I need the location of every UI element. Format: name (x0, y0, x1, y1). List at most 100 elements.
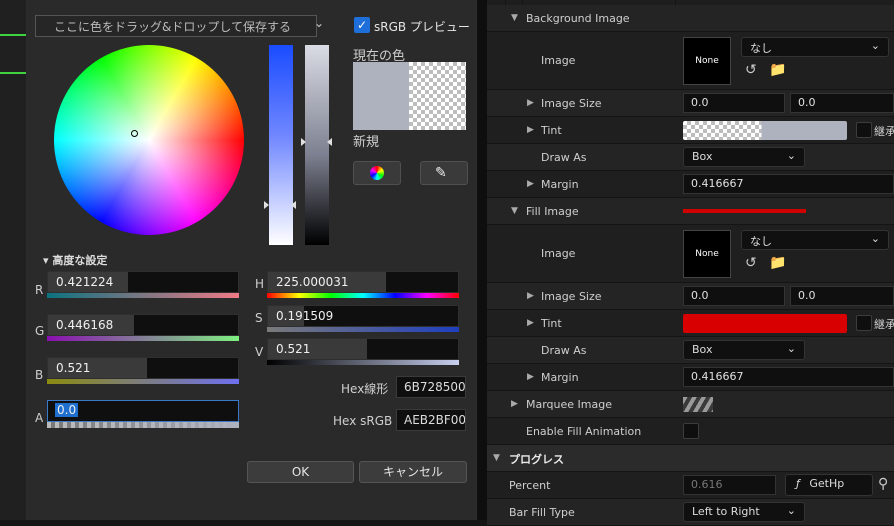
background-image-size-row: ▶ Image Size 0.0 0.0 (487, 90, 894, 117)
fill-image-color-strip[interactable] (683, 209, 806, 213)
margin-field[interactable]: 0.416667 (683, 367, 894, 387)
background-margin-row: ▶ Margin 0.416667 (487, 171, 894, 198)
value-channel-value: 0.521 (276, 342, 311, 356)
hex-linear-field[interactable]: 6B728500 (396, 376, 466, 398)
value-channel-field[interactable]: 0.521 (267, 338, 459, 360)
background-image-header-row[interactable]: ▼ Background Image (487, 5, 894, 32)
triangle-down-icon: ▼ (511, 13, 518, 23)
triangle-right-icon[interactable]: ▶ (527, 98, 534, 108)
srgb-preview-checkbox[interactable]: ✓ (354, 17, 370, 33)
percent-field[interactable]: 0.616 (683, 475, 776, 495)
slider-handle-icon[interactable] (264, 201, 269, 209)
search-icon[interactable]: ⚲ (878, 476, 888, 492)
image-asset-combo[interactable]: なし ⌄ (741, 37, 889, 57)
image-size-y-field[interactable]: 0.0 (790, 286, 894, 306)
draw-as-label: Draw As (541, 151, 587, 164)
tint-label: Tint (541, 124, 562, 137)
background-image-label: Background Image (526, 12, 630, 25)
draw-as-combo[interactable]: Box ⌄ (683, 147, 805, 167)
fill-image-header-row[interactable]: ▼ Fill Image (487, 198, 894, 225)
tint-color-swatch[interactable] (683, 314, 847, 333)
alpha-channel-field[interactable]: 0.0 (47, 400, 239, 422)
bar-fill-type-combo[interactable]: Left to Right ⌄ (683, 502, 805, 522)
color-wheel-selector[interactable] (131, 130, 138, 137)
chevron-down-icon: ⌄ (786, 149, 796, 162)
details-panel: ▼ Background Image Image None なし ⌄ ↺ 📁 ▶… (487, 0, 894, 526)
inherit-checkbox[interactable] (856, 122, 872, 138)
use-selected-icon[interactable]: ↺ (745, 62, 757, 78)
bar-fill-type-label: Bar Fill Type (509, 506, 575, 519)
slider-handle-icon[interactable] (291, 201, 296, 209)
browse-folder-icon[interactable]: 📁 (769, 62, 786, 78)
draw-as-value: Box (692, 343, 713, 356)
color-picker-dialog: ここに色をドラッグ&ドロップして保存する ⌄ ✓ sRGB プレビュー 現在の色… (26, 0, 478, 520)
browse-folder-icon[interactable]: 📁 (769, 255, 786, 271)
srgb-preview-label: sRGB プレビュー (374, 20, 470, 34)
panel-divider[interactable] (478, 0, 487, 520)
green-channel-field[interactable]: 0.446168 (47, 314, 239, 336)
value-slider[interactable] (305, 45, 329, 245)
saturation-slider[interactable] (269, 45, 293, 245)
use-selected-icon[interactable]: ↺ (745, 255, 757, 271)
background-draw-as-row: Draw As Box ⌄ (487, 144, 894, 171)
hue-channel-field[interactable]: 225.000031 (267, 271, 459, 293)
image-size-x-field[interactable]: 0.0 (683, 286, 785, 306)
chevron-down-icon: ⌄ (786, 504, 796, 517)
cancel-button[interactable]: キャンセル (359, 461, 467, 483)
percent-binding-combo[interactable]: ƒ GetHp (785, 474, 873, 496)
image-thumbnail[interactable]: None (683, 37, 731, 85)
new-color-solid (353, 96, 409, 130)
progress-section-label: プログレス (509, 453, 564, 466)
advanced-settings-toggle[interactable]: ▾ 高度な設定 (43, 252, 107, 268)
color-drop-zone[interactable]: ここに色をドラッグ&ドロップして保存する (35, 15, 317, 37)
enable-fill-animation-label: Enable Fill Animation (526, 425, 642, 438)
chevron-down-icon[interactable]: ⌄ (314, 16, 324, 30)
margin-label: Margin (541, 178, 579, 191)
color-wheel-mode-button[interactable] (353, 161, 401, 185)
triangle-right-icon[interactable]: ▶ (511, 399, 518, 409)
saturation-channel-field[interactable]: 0.191509 (267, 305, 459, 327)
image-size-x-field[interactable]: 0.0 (683, 93, 785, 113)
tint-color-swatch[interactable] (683, 121, 847, 140)
progress-section-header[interactable]: ▼ プログレス (487, 445, 894, 472)
color-wheel-icon (370, 166, 384, 180)
value-channel-letter: V (255, 345, 264, 359)
enable-fill-animation-checkbox[interactable] (683, 423, 699, 439)
slider-handle-icon[interactable] (327, 138, 332, 146)
current-color-solid (353, 62, 409, 96)
percent-label: Percent (509, 479, 551, 492)
triangle-right-icon[interactable]: ▶ (527, 318, 534, 328)
percent-binding-value: GetHp (809, 477, 845, 490)
ok-button[interactable]: OK (247, 461, 354, 483)
graph-canvas (0, 0, 26, 520)
triangle-right-icon[interactable]: ▶ (527, 291, 534, 301)
red-channel-field[interactable]: 0.421224 (47, 271, 239, 293)
fill-margin-row: ▶ Margin 0.416667 (487, 364, 894, 391)
slider-handle-icon[interactable] (301, 138, 306, 146)
image-size-y-field[interactable]: 0.0 (790, 93, 894, 113)
red-channel-value: 0.421224 (56, 275, 114, 289)
image-label: Image (541, 247, 576, 260)
fill-image-label: Fill Image (526, 205, 579, 218)
eyedropper-button[interactable]: ✎ (420, 161, 468, 185)
saturation-channel-gradient (267, 327, 459, 332)
hex-srgb-field[interactable]: AEB2BF00 (396, 409, 466, 431)
inherit-label: 継承 (874, 125, 894, 138)
value-channel-gradient (267, 360, 459, 365)
image-thumbnail[interactable]: None (683, 230, 731, 278)
marquee-image-swatch[interactable] (683, 397, 713, 412)
red-channel-letter: R (35, 283, 44, 297)
draw-as-combo[interactable]: Box ⌄ (683, 340, 805, 360)
triangle-right-icon[interactable]: ▶ (527, 372, 534, 382)
triangle-down-icon: ▼ (493, 453, 500, 463)
margin-field[interactable]: 0.416667 (683, 174, 894, 194)
inherit-checkbox[interactable] (856, 315, 872, 331)
triangle-right-icon[interactable]: ▶ (527, 179, 534, 189)
graph-wire (0, 72, 26, 74)
blue-channel-field[interactable]: 0.521 (47, 357, 239, 379)
alpha-channel-letter: A (35, 411, 44, 425)
color-wheel[interactable] (54, 45, 244, 235)
triangle-right-icon[interactable]: ▶ (527, 125, 534, 135)
bar-fill-type-row: Bar Fill Type Left to Right ⌄ (487, 499, 894, 526)
image-asset-combo[interactable]: なし ⌄ (741, 230, 889, 250)
